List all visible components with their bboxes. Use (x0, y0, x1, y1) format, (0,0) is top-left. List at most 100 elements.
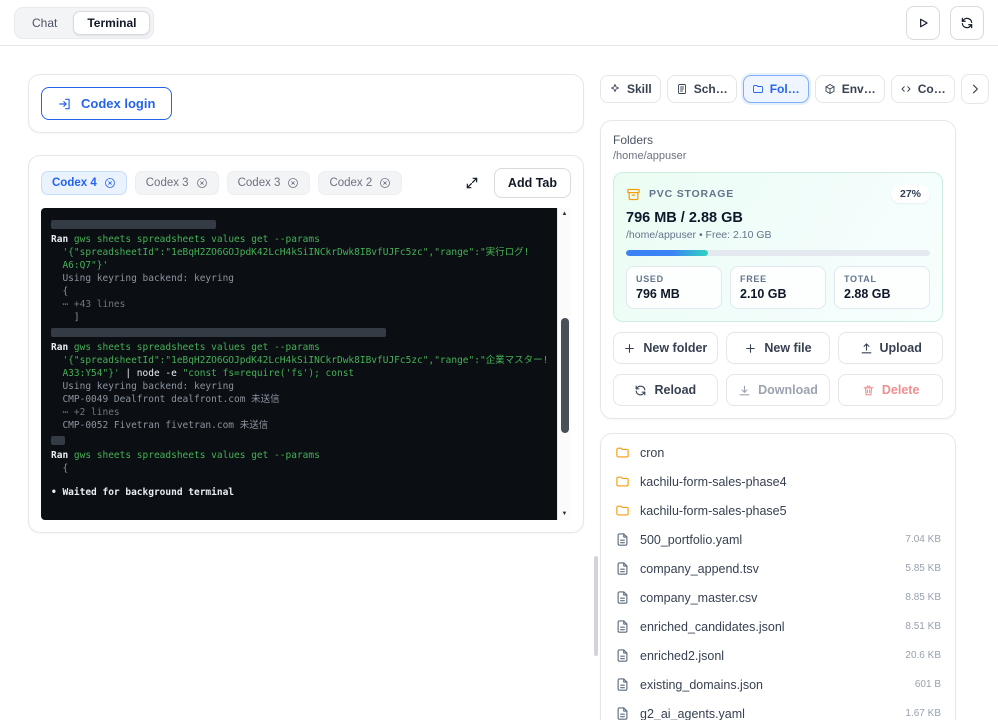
terminal-tab[interactable]: Codex 4 (41, 171, 127, 195)
file-row[interactable]: 500_portfolio.yaml7.04 KB (601, 525, 955, 554)
plus-icon (744, 342, 757, 355)
tabs-overflow-button[interactable] (961, 74, 989, 104)
terminal-line: Ran gws sheets spreadsheets values get -… (51, 449, 547, 462)
terminal-collapsed-bar (51, 328, 386, 337)
refresh-button[interactable] (950, 6, 984, 40)
skill-icon (609, 83, 621, 95)
pvc-storage-header: PVC STORAGE 27% (626, 185, 930, 203)
chevron-right-icon (968, 82, 982, 96)
terminal-line: ⋯ +43 lines (51, 298, 547, 311)
panel-tab-code[interactable]: Co… (891, 75, 955, 103)
tab-close-icon[interactable] (379, 177, 391, 189)
download-button[interactable]: Download (726, 374, 831, 406)
storage-stat-used: USED796 MB (626, 266, 722, 309)
delete-label: Delete (882, 383, 920, 397)
mode-tab-terminal[interactable]: Terminal (73, 11, 150, 35)
new-folder-label: New folder (643, 341, 707, 355)
mode-tab-chat[interactable]: Chat (18, 11, 71, 35)
tab-close-icon[interactable] (287, 177, 299, 189)
terminal-line: '{"spreadsheetId":"1eBqH2ZO6GOJpdK42LcH4… (51, 246, 547, 259)
terminal-window: Ran gws sheets spreadsheets values get -… (41, 208, 571, 520)
file-row[interactable]: enriched2.jsonl20.6 KB (601, 641, 955, 670)
terminal-line: Using keyring backend: keyring (51, 272, 547, 285)
terminal-line: CMP-0049 Dealfront dealfront.com 未送信 (51, 393, 547, 406)
terminal-line: Ran gws sheets spreadsheets values get -… (51, 233, 547, 246)
file-row[interactable]: g2_ai_agents.yaml1.67 KB (601, 699, 955, 720)
file-row[interactable]: company_master.csv8.85 KB (601, 583, 955, 612)
storage-progress-bar (626, 250, 930, 256)
terminal-tab[interactable]: Codex 2 (318, 171, 402, 195)
terminal-output[interactable]: Ran gws sheets spreadsheets values get -… (41, 208, 557, 520)
panel-tab-env[interactable]: Env… (815, 75, 885, 103)
refresh-icon (960, 16, 974, 30)
storage-stat-free: FREE2.10 GB (730, 266, 826, 309)
file-size: 20.6 KB (905, 650, 941, 661)
plus-icon (623, 342, 636, 355)
download-icon (738, 384, 751, 397)
panel-tab-label: Skill (627, 82, 652, 96)
new-folder-button[interactable]: New folder (613, 332, 718, 364)
storage-stat-value: 2.88 GB (844, 287, 920, 301)
play-icon (916, 16, 930, 30)
terminal-line: • Waited for background terminal (51, 486, 547, 499)
file-name: company_append.tsv (640, 562, 895, 576)
terminal-line: Ran gws sheets spreadsheets values get -… (51, 341, 547, 354)
download-label: Download (758, 383, 818, 397)
folder-row[interactable]: kachilu-form-sales-phase5 (601, 496, 955, 525)
upload-label: Upload (880, 341, 922, 355)
panel-tab-skill[interactable]: Skill (600, 75, 661, 103)
panel-tab-label: Co… (918, 82, 946, 96)
scroll-down-icon[interactable]: ▼ (558, 508, 571, 520)
file-icon (615, 590, 630, 605)
code-icon (900, 83, 912, 95)
file-row[interactable]: company_append.tsv 5.85 KB (601, 554, 955, 583)
right-panel: SkillSch…Fol…Env…Co… Folders /home/appus… (600, 74, 956, 720)
file-size: 5.85 KB (905, 563, 941, 574)
expand-terminal-button[interactable] (458, 169, 486, 197)
pvc-storage-title: PVC STORAGE (649, 188, 883, 200)
run-button[interactable] (906, 6, 940, 40)
refresh-icon (634, 384, 647, 397)
file-name: kachilu-form-sales-phase4 (640, 475, 931, 489)
file-name: cron (640, 446, 931, 460)
panel-tab-schedule[interactable]: Sch… (667, 75, 737, 103)
file-size: 1.67 KB (905, 708, 941, 719)
folders-label: Folders (613, 133, 943, 147)
folder-icon (615, 445, 630, 460)
storage-stat-total: TOTAL2.88 GB (834, 266, 930, 309)
panel-scrollbar[interactable] (594, 556, 598, 656)
panel-tab-folders[interactable]: Fol… (743, 75, 809, 103)
terminal-tab[interactable]: Codex 3 (135, 171, 219, 195)
file-row[interactable]: existing_domains.json601 B (601, 670, 955, 699)
terminal-tab[interactable]: Codex 3 (227, 171, 311, 195)
storage-stats: USED796 MBFREE2.10 GBTOTAL2.88 GB (626, 266, 930, 309)
folder-icon (752, 83, 764, 95)
terminal-line: A33:Y54"}' | node -e "const fs=require('… (51, 367, 547, 380)
scrollbar-track[interactable] (558, 220, 571, 508)
folder-row[interactable]: cron (601, 438, 955, 467)
tab-close-icon[interactable] (196, 177, 208, 189)
terminal-tabs: Codex 4 Codex 3 Codex 3 Codex 2 (41, 171, 450, 195)
terminal-scrollbar[interactable]: ▲ ▼ (557, 208, 571, 520)
storage-usage: 796 MB / 2.88 GB (626, 210, 930, 226)
file-icon (615, 648, 630, 663)
terminal-line: ] (51, 311, 547, 324)
panel-tab-label: Env… (842, 82, 876, 96)
file-name: company_master.csv (640, 591, 895, 605)
codex-login-button[interactable]: Codex login (41, 87, 172, 120)
folder-icon (615, 503, 630, 518)
file-name: existing_domains.json (640, 678, 905, 692)
reload-button[interactable]: Reload (613, 374, 718, 406)
upload-button[interactable]: Upload (838, 332, 943, 364)
scroll-up-icon[interactable]: ▲ (558, 208, 571, 220)
folder-icon (615, 474, 630, 489)
new-file-button[interactable]: New file (726, 332, 831, 364)
folder-row[interactable]: kachilu-form-sales-phase4 (601, 467, 955, 496)
delete-button[interactable]: Delete (838, 374, 943, 406)
scrollbar-thumb[interactable] (561, 318, 569, 433)
tab-close-icon[interactable] (104, 177, 116, 189)
file-icon (615, 619, 630, 634)
file-row[interactable]: enriched_candidates.jsonl8.51 KB (601, 612, 955, 641)
mode-switcher: ChatTerminal (14, 7, 154, 39)
add-tab-button[interactable]: Add Tab (494, 168, 571, 198)
